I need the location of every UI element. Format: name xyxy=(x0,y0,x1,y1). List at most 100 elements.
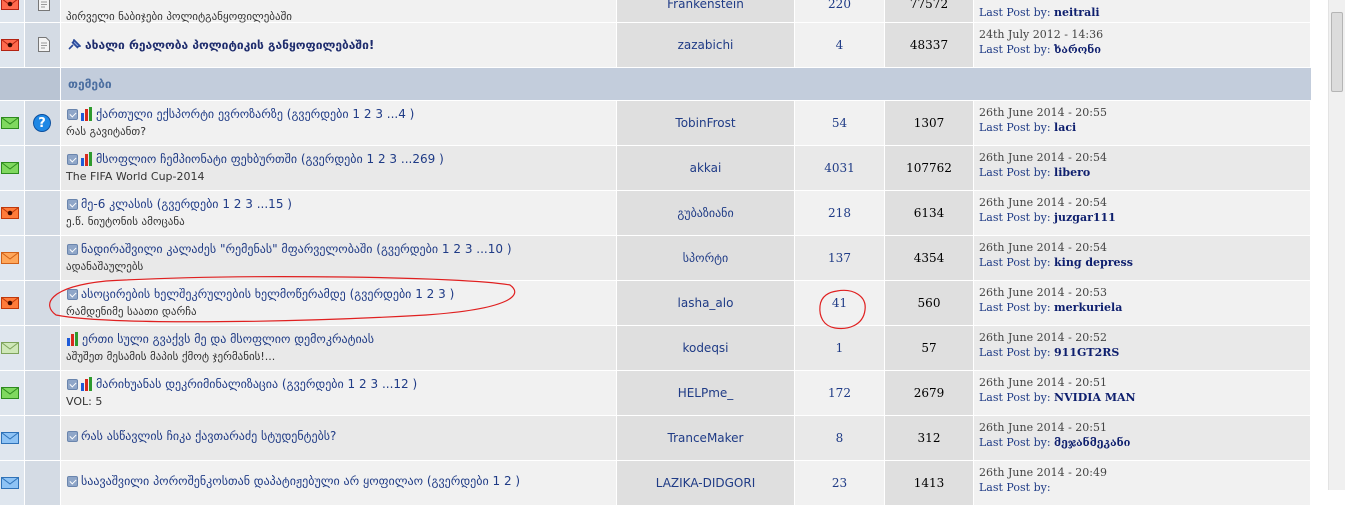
topic-row: მსოფლიო ჩემპიონატი ფეხბურთში (გვერდები 1… xyxy=(0,146,1311,191)
topic-author-link[interactable]: zazabichi xyxy=(678,38,734,52)
pages-label: (გვერდები xyxy=(286,107,349,121)
page-link[interactable]: 2 xyxy=(359,377,367,391)
vertical-scrollbar[interactable] xyxy=(1328,0,1345,490)
topic-title-link[interactable]: ნადირაშვილი კალაძეს "რემენას" მფარველობა… xyxy=(81,242,372,256)
page-link[interactable]: 2 xyxy=(504,474,512,488)
topic-replies-link[interactable]: 41 xyxy=(832,296,847,310)
page-link[interactable]: 3 xyxy=(465,242,473,256)
page-link[interactable]: ...269 xyxy=(401,152,435,166)
topic-title-link[interactable]: საავაშვილი პოროშენკოსთან დაპატიჟებული არ… xyxy=(81,474,423,488)
last-poster-link[interactable]: merkuriela xyxy=(1054,301,1122,314)
last-poster-link[interactable]: laci xyxy=(1054,121,1076,134)
topic-preview-icon[interactable] xyxy=(67,289,78,300)
topic-preview-icon[interactable] xyxy=(67,154,78,165)
page-link[interactable]: ...4 xyxy=(387,107,406,121)
page-link[interactable]: 1 xyxy=(348,377,356,391)
page-link[interactable]: 3 xyxy=(375,107,383,121)
topic-type-cell xyxy=(25,416,61,461)
topic-replies-link[interactable]: 4031 xyxy=(824,161,855,175)
topic-author-link[interactable]: akkai xyxy=(690,161,722,175)
topic-author-link[interactable]: სპორტი xyxy=(683,251,728,265)
topic-replies-cell: 54 xyxy=(795,101,885,146)
topic-title-link[interactable]: მარიხუანას დეკრიმინალიზაცია xyxy=(96,377,278,391)
page-link[interactable]: 1 xyxy=(352,107,360,121)
topic-replies-link[interactable]: 137 xyxy=(828,251,851,265)
last-post-cell: 26th June 2014 - 20:54 Last Post by: king… xyxy=(974,236,1311,281)
envelope-hot-icon xyxy=(1,297,19,309)
topic-author-link[interactable]: lasha_alo xyxy=(678,296,734,310)
topic-title-link[interactable]: ასოცირების ხელშეკრულების ხელმოწერამდე xyxy=(81,287,346,301)
topic-title-cell: მე-6 კლასის (გვერდები 1 2 3 ...15 ) ე.წ. … xyxy=(61,191,617,236)
topic-author-link[interactable]: TobinFrost xyxy=(675,116,735,130)
topic-preview-icon[interactable] xyxy=(67,379,78,390)
last-poster-link[interactable]: libero xyxy=(1054,166,1090,179)
topic-title-cell: პირველი ნაბიჯები პოლიტგანყოფილებაში xyxy=(61,0,617,23)
topic-type-cell xyxy=(25,191,61,236)
topic-replies-link[interactable]: 54 xyxy=(832,116,847,130)
topic-row: ერთი სული გვაქვს მე და მსოფლიო დემოკრატი… xyxy=(0,326,1311,371)
topic-author-link[interactable]: kodeqsi xyxy=(682,341,728,355)
topic-replies-link[interactable]: 218 xyxy=(828,206,851,220)
last-poster-link[interactable]: neitrali xyxy=(1054,6,1100,19)
topic-author-link[interactable]: გუბაზიანი xyxy=(677,206,733,220)
page-link[interactable]: 2 xyxy=(427,287,435,301)
page-link[interactable]: 1 xyxy=(366,152,374,166)
page-link[interactable]: 1 xyxy=(222,197,230,211)
page-link[interactable]: 2 xyxy=(234,197,242,211)
page-link[interactable]: 1 xyxy=(442,242,450,256)
page-link[interactable]: 3 xyxy=(389,152,397,166)
page-link[interactable]: ...10 xyxy=(476,242,503,256)
topic-title: მარიხუანას დეკრიმინალიზაცია (გვერდები 1 … xyxy=(67,377,417,391)
topic-author-link[interactable]: Frankenstein xyxy=(667,0,744,11)
topic-views-cell: 57 xyxy=(885,326,974,371)
topic-title-link[interactable]: ქართული ექსპორტი ევროზარზე xyxy=(96,107,283,121)
page-link[interactable]: 3 xyxy=(245,197,253,211)
last-poster-link[interactable]: 911GT2RS xyxy=(1054,346,1119,359)
last-poster-link[interactable]: king depress xyxy=(1054,256,1133,269)
page-link[interactable]: 2 xyxy=(364,107,372,121)
last-poster-link[interactable]: მეჯანმეკანი xyxy=(1054,436,1130,449)
page-link[interactable]: 1 xyxy=(492,474,500,488)
topic-preview-icon[interactable] xyxy=(67,109,78,120)
topic-author-link[interactable]: TranceMaker xyxy=(668,431,744,445)
page-link[interactable]: 2 xyxy=(453,242,461,256)
topic-status-cell xyxy=(0,191,25,236)
topic-preview-icon[interactable] xyxy=(67,476,78,487)
last-post-cell: Last Post by: neitrali xyxy=(974,0,1311,23)
topic-description: რამდენიმე საათი დარჩა xyxy=(66,305,197,318)
last-poster-link[interactable]: ხარონი xyxy=(1054,43,1101,56)
topic-views-count: 57 xyxy=(921,341,937,355)
page-link[interactable]: ...12 xyxy=(382,377,409,391)
topic-replies-link[interactable]: 23 xyxy=(832,476,847,490)
topic-preview-icon[interactable] xyxy=(67,431,78,442)
last-poster-link[interactable]: juzgar111 xyxy=(1054,211,1116,224)
topic-replies-cell: 23 xyxy=(795,461,885,506)
page-link[interactable]: 1 xyxy=(415,287,423,301)
topic-preview-icon[interactable] xyxy=(67,199,78,210)
topic-author-link[interactable]: HELPme_ xyxy=(678,386,734,400)
last-poster-link[interactable]: NVIDIA MAN xyxy=(1054,391,1136,404)
topic-title-link[interactable]: ახალი რეალობა პოლიტიკის განყოფილებაში! xyxy=(85,38,374,52)
topic-preview-icon[interactable] xyxy=(67,244,78,255)
topic-title-link[interactable]: მსოფლიო ჩემპიონატი ფეხბურთში xyxy=(96,152,297,166)
scrollbar-thumb[interactable] xyxy=(1331,12,1343,92)
topic-title-link[interactable]: მე-6 კლასის xyxy=(81,197,153,211)
question-icon: ? xyxy=(33,114,51,132)
topic-status-cell xyxy=(0,0,25,23)
topic-title-link[interactable]: რას ასწავლის ჩიკა ქავთარაძე სტუდენტებს? xyxy=(81,429,336,443)
topic-replies-link[interactable]: 220 xyxy=(828,0,851,11)
last-post-label: Last Post by: xyxy=(979,43,1055,56)
page-link[interactable]: 3 xyxy=(438,287,446,301)
topic-replies-link[interactable]: 8 xyxy=(836,431,844,445)
topic-author-link[interactable]: LAZIKA-DIDGORI xyxy=(656,476,756,490)
topic-replies-link[interactable]: 1 xyxy=(836,341,844,355)
topic-replies-link[interactable]: 172 xyxy=(828,386,851,400)
page-link[interactable]: ...15 xyxy=(257,197,284,211)
last-post-label: Last Post by: xyxy=(979,211,1055,224)
topic-replies-link[interactable]: 4 xyxy=(836,38,844,52)
topic-title-cell: ასოცირების ხელშეკრულების ხელმოწერამდე (გ… xyxy=(61,281,617,326)
page-link[interactable]: 2 xyxy=(378,152,386,166)
topic-title-cell: ახალი რეალობა პოლიტიკის განყოფილებაში! xyxy=(61,23,617,68)
topic-title-link[interactable]: ერთი სული გვაქვს მე და მსოფლიო დემოკრატი… xyxy=(82,332,374,346)
page-link[interactable]: 3 xyxy=(370,377,378,391)
